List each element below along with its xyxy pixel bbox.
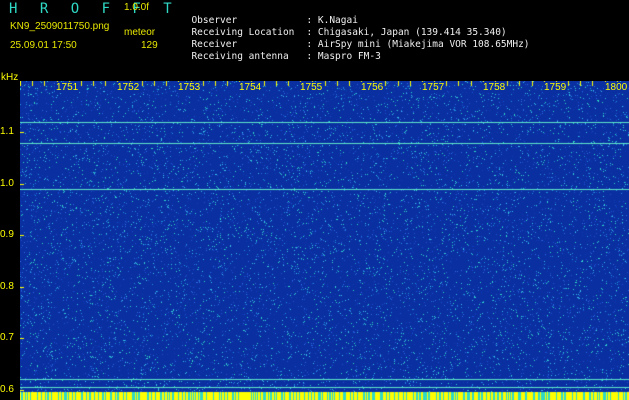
x-tick-label: 1756 [360,82,385,93]
y-axis-label: kHz [1,72,19,83]
x-tick-label: 1755 [299,82,324,93]
spectrogram-plot [20,81,629,400]
antenna-value: : Maspro FM-3 [306,51,381,62]
y-tick-label: 0.8 [0,280,14,292]
x-tick-label: 1758 [482,82,507,93]
capture-datetime: 25.09.01 17:50 [10,40,77,51]
x-tick-label: 1754 [238,82,263,93]
y-tick-label: 0.9 [0,229,14,241]
y-tick-label: 0.6 [0,383,14,395]
y-tick-label: 0.7 [0,332,14,344]
meteor-count: 129 [141,40,158,51]
x-tick-label: 1752 [116,82,141,93]
x-tick-label: 1757 [421,82,446,93]
y-tick-label: 1.0 [0,177,14,189]
x-tick-label: 1753 [177,82,202,93]
x-tick-label: 1800 [604,82,629,93]
antenna-row: Receiving antenna : Maspro FM-3 [180,40,381,62]
file-name: KN9_2509011750.png [10,21,110,32]
app-brand: H R O F F T [9,1,179,17]
x-tick-label: 1751 [55,82,80,93]
y-tick-label: 1.1 [0,126,14,138]
x-tick-label: 1759 [543,82,568,93]
antenna-key: Receiving antenna [191,51,289,62]
meteor-label: meteor [124,27,156,38]
version-label: 1.0.0f [124,2,150,13]
